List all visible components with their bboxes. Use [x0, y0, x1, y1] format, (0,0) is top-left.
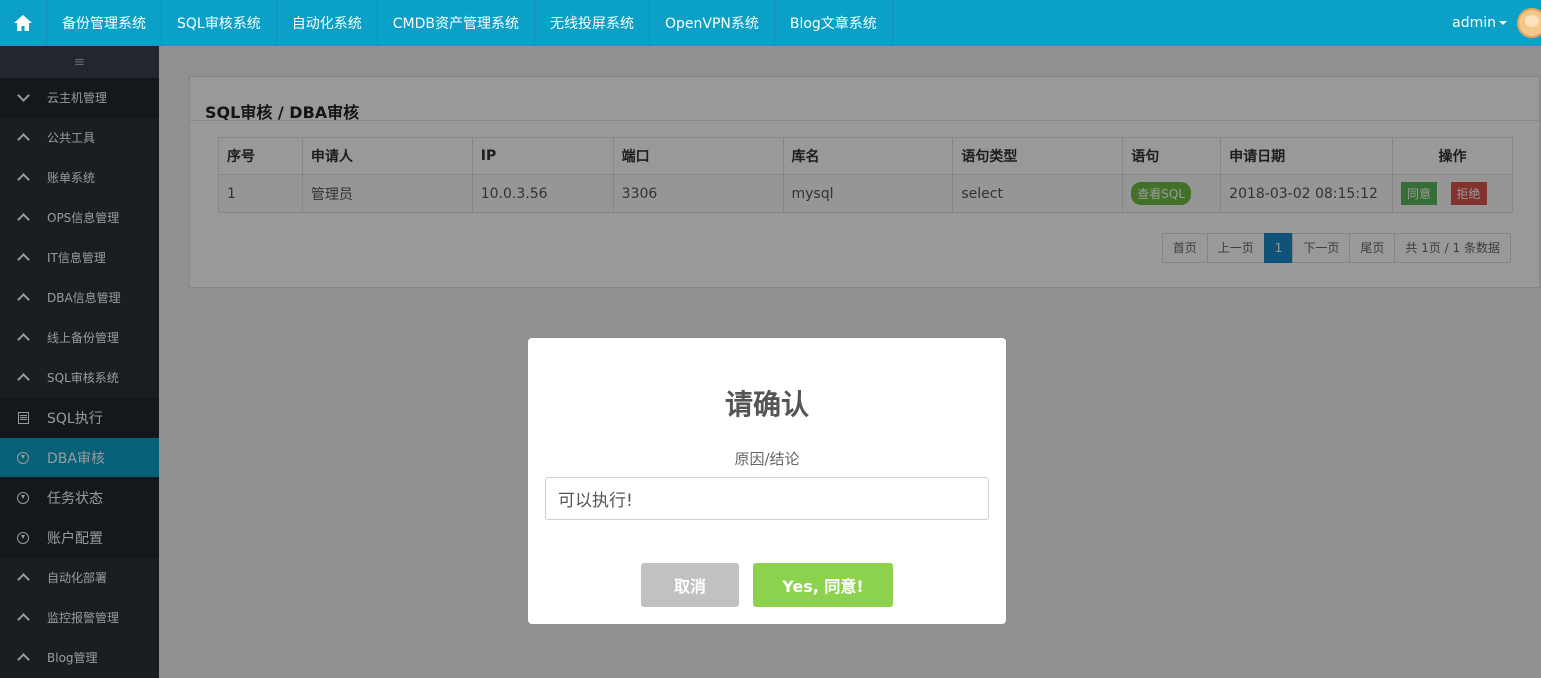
caret-down-icon — [1499, 21, 1507, 25]
dialog-title: 请确认 — [724, 388, 809, 421]
nav-wireless-cast-system[interactable]: 无线投屏系统 — [535, 0, 650, 46]
nav-automation-system[interactable]: 自动化系统 — [277, 0, 378, 46]
nav-openvpn-system[interactable]: OpenVPN系统 — [650, 0, 775, 46]
user-menu[interactable]: admin — [1452, 0, 1541, 46]
home-button[interactable] — [0, 0, 47, 46]
nav-backup-system[interactable]: 备份管理系统 — [47, 0, 162, 46]
cancel-button[interactable]: 取消 — [641, 563, 739, 607]
username: admin — [1452, 15, 1496, 31]
nav-blog-system[interactable]: Blog文章系统 — [775, 0, 893, 46]
nav-cmdb-system[interactable]: CMDB资产管理系统 — [378, 0, 535, 46]
confirm-button[interactable]: Yes, 同意! — [753, 563, 893, 607]
reason-input[interactable] — [545, 477, 989, 520]
confirm-dialog: 请确认 原因/结论 取消 Yes, 同意! — [528, 338, 1006, 624]
avatar — [1517, 8, 1541, 38]
home-icon — [14, 15, 32, 31]
dialog-text: 原因/结论 — [734, 450, 800, 468]
top-navbar: 备份管理系统 SQL审核系统 自动化系统 CMDB资产管理系统 无线投屏系统 O… — [0, 0, 1541, 46]
nav-sql-audit-system[interactable]: SQL审核系统 — [162, 0, 277, 46]
